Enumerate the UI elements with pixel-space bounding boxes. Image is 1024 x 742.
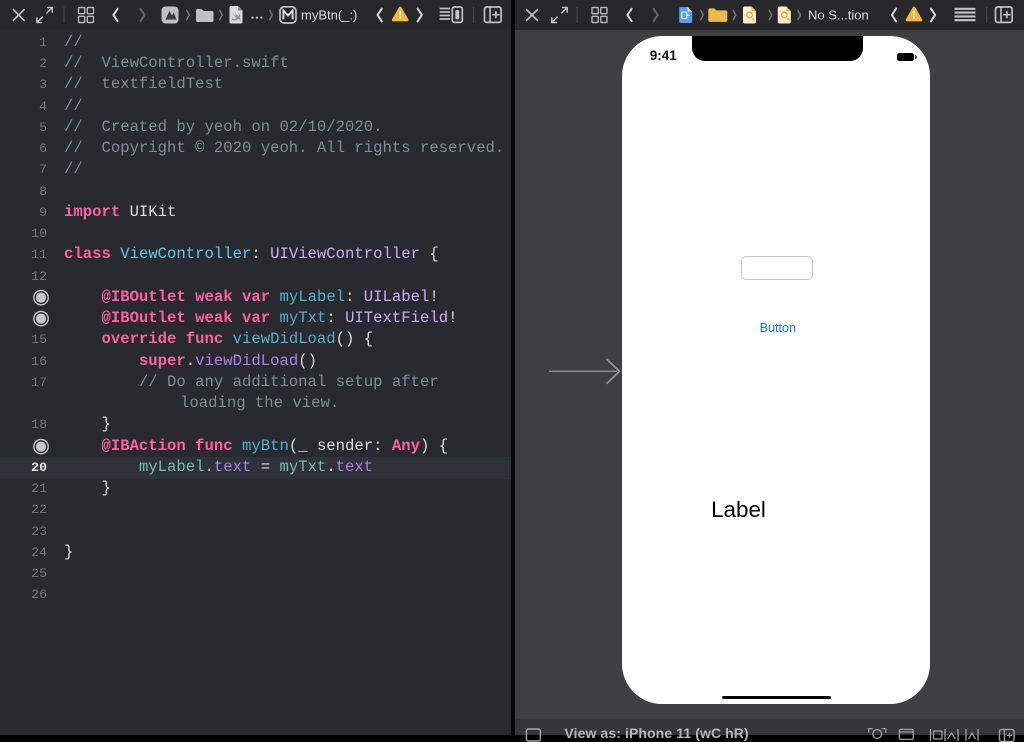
svg-text:No S...tion: No S...tion	[808, 8, 869, 23]
svg-text:myBtn(_:): myBtn(_:)	[301, 8, 357, 23]
